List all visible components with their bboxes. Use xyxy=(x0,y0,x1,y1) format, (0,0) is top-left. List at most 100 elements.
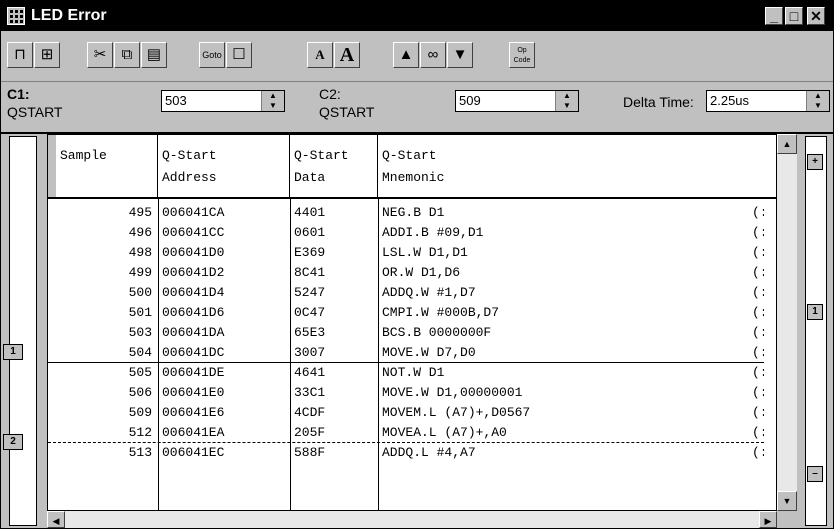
truncated-cell: (: xyxy=(752,405,764,420)
search-up-button[interactable]: ▲ xyxy=(393,42,419,68)
table-row[interactable]: 501 006041D6 0C47 CMPI.W #000B,D7 (: xyxy=(48,303,764,323)
data-cell: 588F xyxy=(294,445,326,460)
data-cell: 0C47 xyxy=(294,305,326,320)
right-marker-rail[interactable]: + 1 – xyxy=(799,134,833,528)
sample-cell: 498 xyxy=(128,245,152,260)
add-column-button[interactable]: ⊞ xyxy=(34,42,60,68)
table-row[interactable]: 498 006041D0 E369 LSL.W D1,D1 (: xyxy=(48,243,764,263)
header-line-2: Data xyxy=(294,170,326,185)
data-cell: 33C1 xyxy=(294,385,326,400)
truncated-cell: (: xyxy=(752,205,764,220)
copy-icon: ⧉ xyxy=(121,46,133,63)
column-header-data[interactable]: Q-Start Data xyxy=(290,135,378,197)
maximize-button[interactable]: □ xyxy=(785,7,803,25)
spin-down-icon: ▼ xyxy=(563,101,571,110)
rail-bottom-marker[interactable]: – xyxy=(807,466,823,482)
data-cell: 205F xyxy=(294,425,326,440)
window-title: LED Error xyxy=(31,7,107,24)
opcode-icon: Op Code xyxy=(513,47,531,64)
spin-up-icon: ▲ xyxy=(814,91,822,100)
vertical-scrollbar[interactable]: ▲ ▼ xyxy=(777,134,797,511)
close-button[interactable]: ✕ xyxy=(807,7,825,25)
table-row[interactable]: 505 006041DE 4641 NOT.W D1 (: xyxy=(48,363,764,383)
column-header-mnemonic[interactable]: Q-Start Mnemonic xyxy=(378,135,776,197)
arrow-down-icon: ▼ xyxy=(782,496,792,506)
marker-track[interactable] xyxy=(9,136,37,526)
copy-button[interactable]: ⧉ xyxy=(114,42,140,68)
delta-time-value: 2.25us xyxy=(710,93,750,108)
table-row[interactable]: 512 006041EA 205F MOVEA.L (A7)+,A0 (: xyxy=(48,423,764,443)
c1-sub-label: QSTART xyxy=(7,104,63,120)
c2-spin-buttons[interactable]: ▲ ▼ xyxy=(555,91,578,111)
expand-icon: + xyxy=(812,156,818,167)
table-row[interactable]: 499 006041D2 8C41 OR.W D1,D6 (: xyxy=(48,263,764,283)
paste-button[interactable]: ▤ xyxy=(141,42,167,68)
delta-spin-buttons[interactable]: ▲ ▼ xyxy=(806,91,829,111)
sample-cell: 501 xyxy=(128,305,152,320)
c2-value: 509 xyxy=(459,93,481,108)
header-line-2: Mnemonic xyxy=(382,170,445,185)
scroll-left-button[interactable]: ◀ xyxy=(47,511,65,528)
table-row[interactable]: 504 006041DC 3007 MOVE.W D7,D0 (: xyxy=(48,343,764,363)
cursor-bar: C1: QSTART 503 ▲ ▼ C2: QSTART 509 ▲ ▼ Delt… xyxy=(1,82,833,134)
sample-cell: 496 xyxy=(128,225,152,240)
horizontal-scrollbar[interactable]: ◀ ▶ xyxy=(47,511,777,528)
delta-time-spinner[interactable]: 2.25us ▲ ▼ xyxy=(706,90,830,112)
font-small-icon: A xyxy=(315,47,325,62)
title-bar[interactable]: LED Error _ □ ✕ xyxy=(1,1,833,31)
table-row[interactable]: 503 006041DA 65E3 BCS.B 0000000F (: xyxy=(48,323,764,343)
table-row[interactable]: 495 006041CA 4401 NEG.B D1 (: xyxy=(48,203,764,223)
table-row[interactable]: 509 006041E6 4CDF MOVEM.L (A7)+,D0567 (: xyxy=(48,403,764,423)
cursor-2-marker[interactable]: 2 xyxy=(3,434,23,450)
rail-cursor-1-marker[interactable]: 1 xyxy=(807,304,823,320)
table-row[interactable]: 513 006041EC 588F ADDQ.L #4,A7 (: xyxy=(48,443,764,463)
cursor-2-line xyxy=(48,442,764,443)
cut-button[interactable]: ✂ xyxy=(87,42,113,68)
insert-column-button[interactable]: ⊓ xyxy=(7,42,33,68)
address-cell: 006041DC xyxy=(162,345,225,360)
scroll-down-button[interactable]: ▼ xyxy=(777,491,797,511)
column-header-address[interactable]: Q-Start Address xyxy=(158,135,290,197)
sample-cell: 506 xyxy=(128,385,152,400)
sample-cell: 504 xyxy=(128,345,152,360)
insert-column-icon: ⊓ xyxy=(14,46,26,63)
binoculars-icon: ∞ xyxy=(427,46,439,63)
c1-spin-buttons[interactable]: ▲ ▼ xyxy=(261,91,284,111)
mnemonic-cell: MOVEA.L (A7)+,A0 xyxy=(382,425,507,440)
delta-time-label: Delta Time: xyxy=(623,94,694,110)
table-row[interactable]: 506 006041E0 33C1 MOVE.W D1,00000001 (: xyxy=(48,383,764,403)
c2-label: C2: xyxy=(319,86,341,102)
c1-spinner[interactable]: 503 ▲ ▼ xyxy=(161,90,285,112)
data-cell: 8C41 xyxy=(294,265,326,280)
truncated-cell: (: xyxy=(752,425,764,440)
scroll-right-button[interactable]: ▶ xyxy=(759,511,777,528)
font-small-button[interactable]: A xyxy=(307,42,333,68)
goto-button[interactable]: Goto xyxy=(199,42,225,68)
address-cell: 006041D4 xyxy=(162,285,225,300)
left-marker-rail[interactable]: 1 2 xyxy=(1,134,47,528)
properties-button[interactable]: ☐ xyxy=(226,42,252,68)
collapse-icon: – xyxy=(812,468,818,479)
font-large-button[interactable]: A xyxy=(334,42,360,68)
table-row[interactable]: 496 006041CC 0601 ADDI.B #09,D1 (: xyxy=(48,223,764,243)
find-button[interactable]: ∞ xyxy=(420,42,446,68)
window-menu-icon[interactable] xyxy=(7,7,25,25)
sample-cell: 500 xyxy=(128,285,152,300)
c2-spinner[interactable]: 509 ▲ ▼ xyxy=(455,90,579,112)
column-header-sample[interactable]: Sample xyxy=(56,135,158,197)
cursor-1-marker[interactable]: 1 xyxy=(3,344,23,360)
table-row[interactable]: 500 006041D4 5247 ADDQ.W #1,D7 (: xyxy=(48,283,764,303)
data-cell: E369 xyxy=(294,245,326,260)
data-cell: 0601 xyxy=(294,225,326,240)
truncated-cell: (: xyxy=(752,445,764,460)
rail-top-marker[interactable]: + xyxy=(807,154,823,170)
mnemonic-cell: MOVE.W D1,00000001 xyxy=(382,385,523,400)
minimize-button[interactable]: _ xyxy=(765,7,783,25)
scroll-up-button[interactable]: ▲ xyxy=(777,134,797,154)
search-down-button[interactable]: ▼ xyxy=(447,42,473,68)
data-cell: 4401 xyxy=(294,205,326,220)
mnemonic-cell: LSL.W D1,D1 xyxy=(382,245,468,260)
truncated-cell: (: xyxy=(752,325,764,340)
arrow-up-icon: ▲ xyxy=(782,139,792,149)
opcode-button[interactable]: Op Code xyxy=(509,42,535,68)
